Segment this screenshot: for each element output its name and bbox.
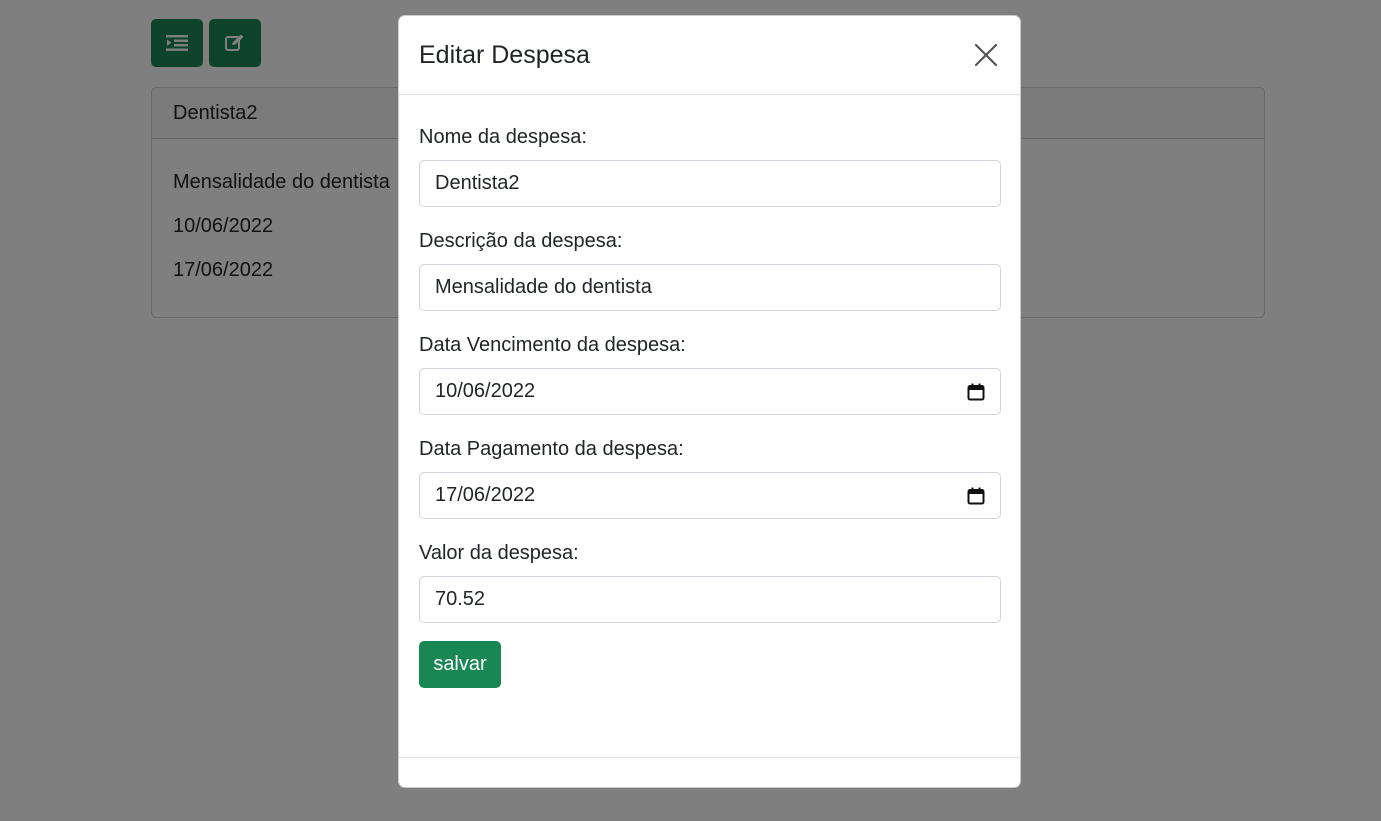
amount-input[interactable] xyxy=(435,588,985,611)
calendar-icon[interactable] xyxy=(967,383,985,401)
paid-date-field-group: Data Pagamento da despesa: xyxy=(419,437,1001,519)
due-date-input-box[interactable] xyxy=(419,368,1001,415)
paid-date-input-box[interactable] xyxy=(419,472,1001,519)
due-date-label: Data Vencimento da despesa: xyxy=(419,334,686,356)
modal-title: Editar Despesa xyxy=(419,40,590,69)
due-date-field-group: Data Vencimento da despesa: xyxy=(419,333,1001,415)
modal-footer xyxy=(399,757,1020,758)
name-input[interactable] xyxy=(435,172,985,195)
description-label: Descrição da despesa: xyxy=(419,230,623,252)
close-button[interactable] xyxy=(972,41,1000,69)
due-date-input[interactable] xyxy=(435,380,967,403)
amount-input-box[interactable] xyxy=(419,576,1001,623)
close-icon xyxy=(975,44,997,66)
name-input-box[interactable] xyxy=(419,160,1001,207)
save-button[interactable]: salvar xyxy=(419,641,501,688)
description-input-box[interactable] xyxy=(419,264,1001,311)
amount-field-group: Valor da despesa: xyxy=(419,541,1001,623)
name-field-group: Nome da despesa: xyxy=(419,125,1001,207)
modal-body: Nome da despesa: Descrição da despesa: D… xyxy=(399,95,1020,688)
paid-date-input[interactable] xyxy=(435,484,967,507)
edit-expense-modal: Editar Despesa Nome da despesa: Descriçã… xyxy=(398,15,1021,788)
calendar-icon[interactable] xyxy=(967,487,985,505)
amount-label: Valor da despesa: xyxy=(419,542,579,564)
description-field-group: Descrição da despesa: xyxy=(419,229,1001,311)
description-input[interactable] xyxy=(435,276,985,299)
modal-header: Editar Despesa xyxy=(399,16,1020,95)
paid-date-label: Data Pagamento da despesa: xyxy=(419,438,684,460)
name-label: Nome da despesa: xyxy=(419,126,587,148)
